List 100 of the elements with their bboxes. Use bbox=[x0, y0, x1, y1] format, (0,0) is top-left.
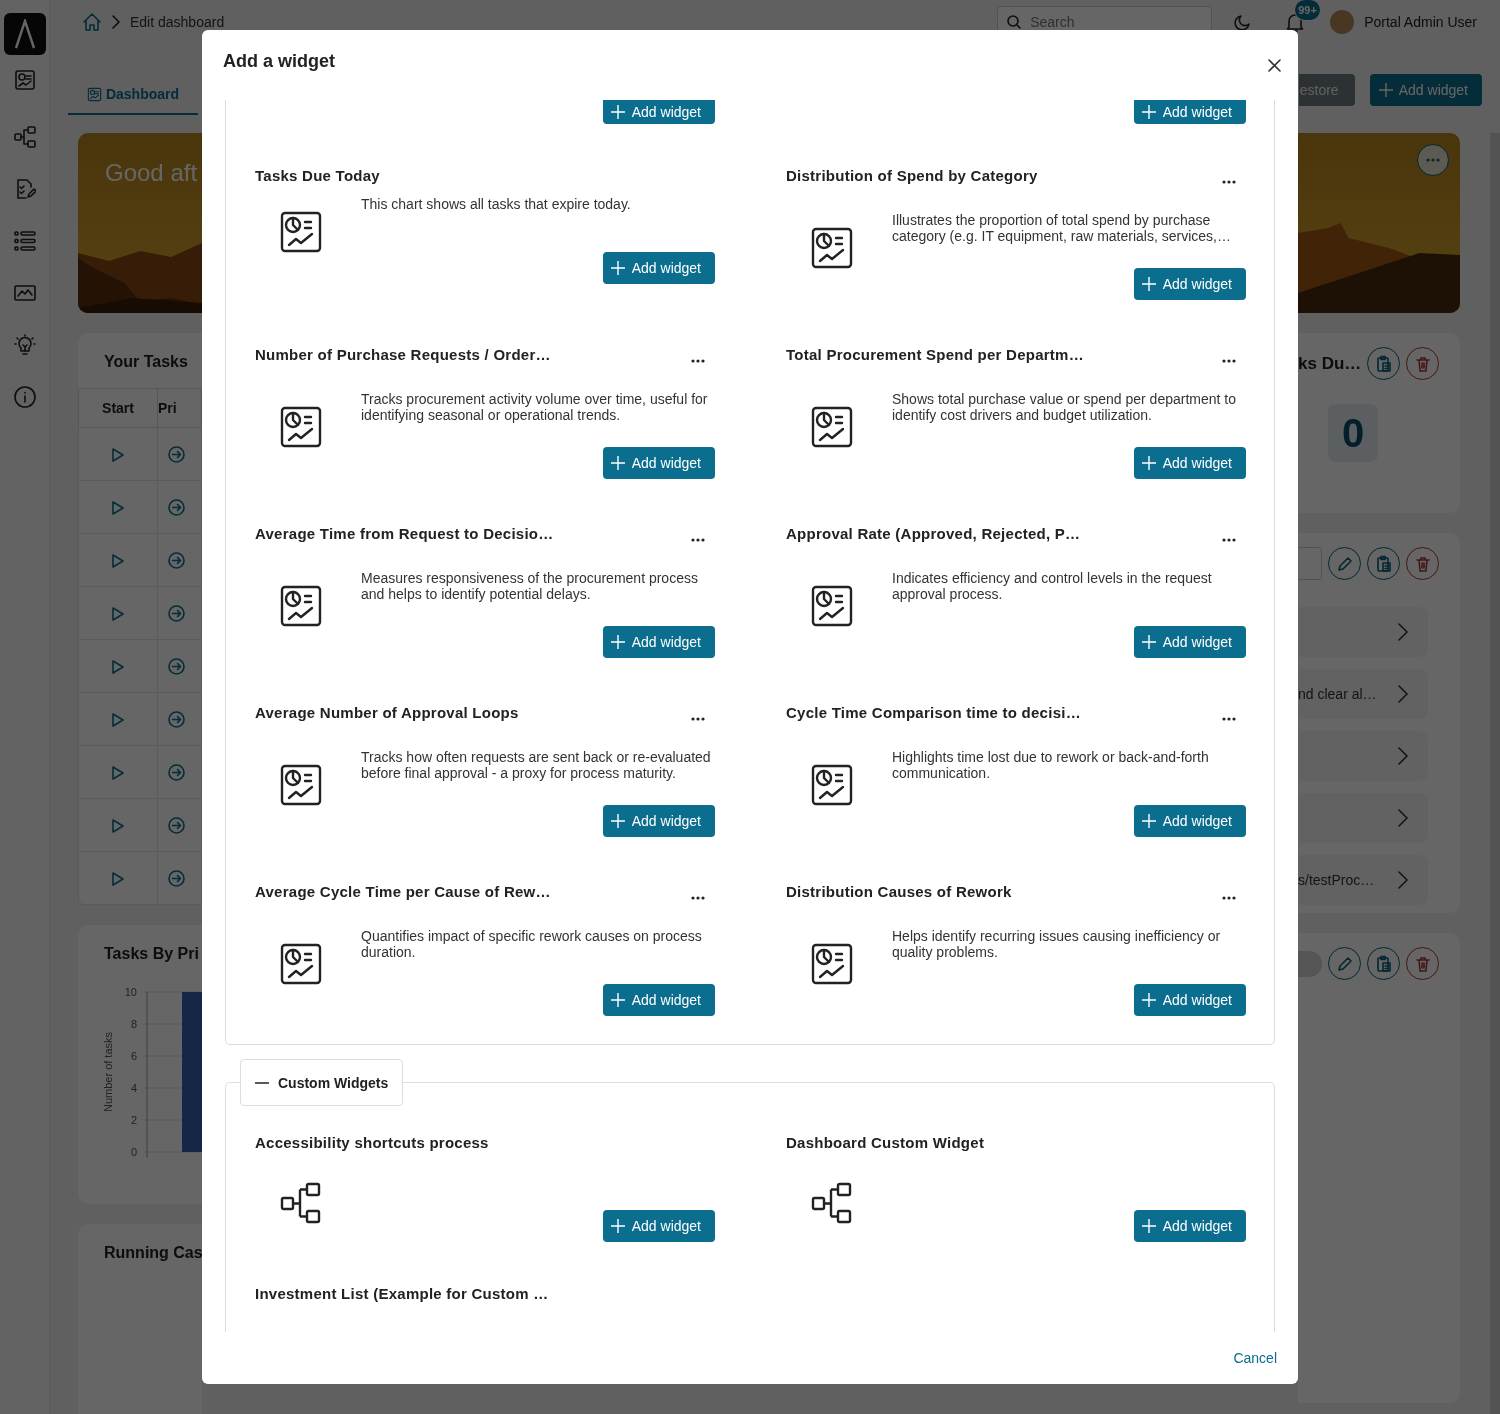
add-widget-button[interactable]: Add widget bbox=[602, 100, 715, 124]
arrow-circle-icon[interactable] bbox=[168, 817, 185, 835]
plus-icon bbox=[1141, 456, 1156, 470]
chevron-right-icon bbox=[1398, 685, 1408, 703]
arrow-circle-icon[interactable] bbox=[168, 446, 185, 464]
trash-icon bbox=[1413, 354, 1432, 373]
moon-icon[interactable] bbox=[1234, 13, 1253, 31]
play-icon[interactable] bbox=[111, 552, 125, 569]
widget-title: Tasks Due Today bbox=[255, 166, 380, 186]
arrow-circle-icon[interactable] bbox=[168, 658, 185, 676]
card-title: Tasks By Pri bbox=[103, 944, 200, 964]
play-icon[interactable] bbox=[111, 446, 125, 463]
widget-description: Shows total purchase value or spend per department to identify cost drivers and budget utilization. bbox=[892, 391, 1237, 423]
list-icon[interactable] bbox=[13, 230, 36, 252]
report-icon bbox=[280, 211, 322, 253]
play-icon[interactable] bbox=[111, 817, 125, 834]
dashboard-icon[interactable] bbox=[13, 69, 36, 91]
more-icon bbox=[1222, 359, 1236, 363]
more-icon bbox=[691, 896, 705, 900]
play-icon[interactable] bbox=[111, 711, 125, 728]
bell-icon[interactable] bbox=[1286, 12, 1305, 32]
widget-title: Approval Rate (Approved, Rejected, P… bbox=[786, 524, 1081, 544]
widget-title: Dashboard Custom Widget bbox=[786, 1133, 985, 1153]
plus-icon bbox=[610, 635, 625, 649]
add-widget-button[interactable]: Add widget bbox=[602, 1210, 715, 1242]
toggle-switch[interactable] bbox=[1298, 950, 1322, 977]
lightbulb-icon[interactable] bbox=[13, 334, 36, 356]
more-icon bbox=[1426, 158, 1440, 162]
plus-icon bbox=[610, 105, 625, 119]
widget-description: Highlights time lost due to rework or back-and-forth communication. bbox=[892, 749, 1210, 781]
search-icon bbox=[1007, 15, 1022, 29]
more-icon bbox=[1222, 180, 1236, 184]
dialog-title: Add a widget bbox=[223, 50, 335, 72]
arrow-circle-icon[interactable] bbox=[168, 870, 185, 888]
trash-icon bbox=[1413, 954, 1432, 973]
chevron-right-icon bbox=[112, 15, 120, 29]
widget-description: Helps identify recurring issues causing inefficiency or quality problems. bbox=[892, 928, 1222, 960]
arrow-circle-icon[interactable] bbox=[168, 499, 185, 517]
add-widget-button[interactable]: Add widget bbox=[1133, 268, 1246, 300]
widget-title: Investment List (Example for Custom … bbox=[255, 1284, 549, 1304]
tick-label: 0 bbox=[130, 1146, 137, 1158]
widget-title: Distribution of Spend by Category bbox=[786, 166, 1038, 186]
logo-icon[interactable] bbox=[3, 13, 46, 55]
chevron-right-icon bbox=[1398, 623, 1408, 641]
user-name[interactable]: Portal Admin User bbox=[1364, 14, 1477, 30]
close-icon bbox=[1267, 58, 1281, 72]
play-icon[interactable] bbox=[111, 605, 125, 622]
report-icon bbox=[811, 406, 853, 448]
cancel-link[interactable]: Cancel bbox=[1233, 1350, 1277, 1366]
avatar[interactable] bbox=[1330, 10, 1355, 34]
play-icon[interactable] bbox=[111, 499, 125, 516]
section-toggle[interactable]: Custom Widgets bbox=[240, 1059, 404, 1106]
add-widget-button[interactable]: Add widget bbox=[1133, 984, 1246, 1016]
play-icon[interactable] bbox=[111, 870, 125, 887]
widget-title: Number of Purchase Requests / Order… bbox=[255, 345, 551, 365]
arrow-circle-icon[interactable] bbox=[168, 605, 185, 623]
plus-icon bbox=[1141, 277, 1156, 291]
play-icon[interactable] bbox=[111, 658, 125, 675]
report-icon bbox=[280, 406, 322, 448]
widget-title: Average Cycle Time per Cause of Rew… bbox=[255, 882, 551, 902]
more-icon bbox=[691, 359, 705, 363]
arrow-circle-icon[interactable] bbox=[168, 711, 185, 729]
plus-icon bbox=[1141, 635, 1156, 649]
info-icon[interactable] bbox=[13, 386, 36, 408]
plus-icon bbox=[610, 993, 625, 1007]
link-item[interactable]: s/testProc… bbox=[1298, 855, 1428, 905]
add-widget-button[interactable]: Add widget bbox=[602, 626, 715, 658]
add-widget-button[interactable]: Add widget bbox=[1133, 447, 1246, 479]
axis-label: Number of tasks bbox=[102, 1031, 114, 1113]
widget-title: Average Time from Request to Decisio… bbox=[255, 524, 554, 544]
add-widget-button[interactable]: Add widget bbox=[602, 984, 715, 1016]
add-widget-button[interactable]: Add widget bbox=[1133, 1210, 1246, 1242]
more-icon bbox=[691, 717, 705, 721]
hierarchy-icon[interactable] bbox=[13, 126, 36, 148]
widget-description: Indicates efficiency and control levels in the request approval process. bbox=[892, 570, 1213, 602]
pencil-icon bbox=[1335, 554, 1354, 573]
add-widget-button[interactable]: Add widget bbox=[602, 805, 715, 837]
plus-icon bbox=[1141, 993, 1156, 1007]
add-widget-button[interactable]: Add widget bbox=[602, 252, 715, 284]
play-icon[interactable] bbox=[111, 764, 125, 781]
arrow-circle-icon[interactable] bbox=[168, 552, 185, 570]
report-icon bbox=[811, 764, 853, 806]
add-widget-button[interactable]: Add widget bbox=[1133, 805, 1246, 837]
home-icon[interactable] bbox=[82, 12, 102, 32]
notification-badge: 99+ bbox=[1294, 0, 1321, 21]
hierarchy-icon bbox=[811, 1182, 853, 1224]
link-item[interactable]: nd clear al… bbox=[1298, 669, 1428, 719]
arrow-circle-icon[interactable] bbox=[168, 764, 185, 782]
plus-icon bbox=[610, 456, 625, 470]
hierarchy-icon bbox=[280, 1182, 322, 1224]
add-widget-button[interactable]: Add widget bbox=[602, 447, 715, 479]
dashboard-icon bbox=[86, 86, 102, 102]
report-icon bbox=[280, 764, 322, 806]
add-widget-button[interactable]: Add widget bbox=[1133, 100, 1246, 124]
more-icon bbox=[1222, 538, 1236, 542]
clipboard-icon bbox=[1374, 354, 1393, 373]
trash-icon bbox=[1413, 554, 1432, 573]
chart-icon[interactable] bbox=[13, 282, 36, 304]
add-widget-button[interactable]: Add widget bbox=[1133, 626, 1246, 658]
plus-icon bbox=[1141, 105, 1156, 119]
